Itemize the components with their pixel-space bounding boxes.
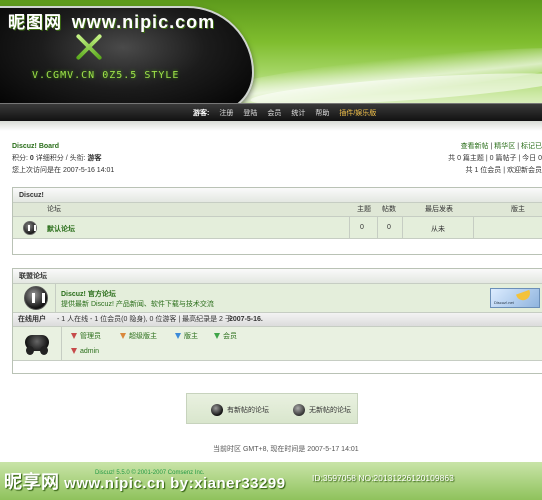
league-caption: 联盟论坛 [13, 269, 542, 284]
forum-last-post: 从未 [431, 226, 445, 233]
league-forum-icon [24, 286, 48, 310]
x-logo-icon [74, 32, 104, 62]
legend-old: 无新帖的论坛 [293, 404, 351, 416]
nav-bar-shadow [0, 121, 542, 131]
watermark-bottom: 昵享网 www.nipic.cn by:xianer33299 [4, 472, 286, 492]
points-value: 0 [29, 155, 34, 162]
arrow-icon [175, 333, 181, 340]
arrow-icon [214, 333, 220, 340]
nav-members-link[interactable]: 会员 [267, 108, 281, 118]
online-record-date: 2007-5-16. [229, 316, 263, 323]
nav-bar: 游客: 注册 登陆 会员 统计 帮助 插件/娱乐版 [0, 103, 542, 121]
digest-link[interactable]: 精华区 [494, 143, 515, 150]
role-mod: 版主 [175, 331, 198, 341]
forum-topics-count: 0 [360, 224, 364, 231]
mark-read-link[interactable]: 标记已 [521, 143, 542, 150]
forum-status-icon [23, 221, 37, 235]
user-info: Discuz! Board 积分: 0 详细积分 / 头衔: 游客 您上次访问是… [12, 141, 114, 177]
online-header: 在线用户 - 1 人在线 - 1 位会员(0 隐身), 0 位游客 | 最高纪录… [13, 313, 542, 327]
league-forum-link[interactable]: Discuz! 官方论坛 [61, 289, 116, 299]
header-posts: 帖数 [382, 206, 396, 213]
legend-new: 有新帖的论坛 [211, 404, 269, 416]
title-label: / 头衔: [65, 155, 86, 162]
stats-line-1: 共 0 篇主题 | 0 篇帖子 | 今日 0 [448, 155, 542, 162]
forum-name-link[interactable]: 默认论坛 [47, 224, 75, 234]
watermark-url: www.nipic.com [71, 12, 216, 32]
no-new-posts-icon [293, 404, 305, 416]
online-user[interactable]: admin [71, 348, 99, 355]
watermark-id: ID:3597058 NO:20131226120109863 [312, 473, 454, 483]
header-topics: 主题 [357, 206, 371, 213]
new-posts-icon [211, 404, 223, 416]
header-last-post: 最后发表 [425, 206, 453, 213]
nav-register-link[interactable]: 注册 [219, 108, 233, 118]
role-super-mod: 超级版主 [120, 331, 157, 341]
role-admin: 管理员 [71, 331, 101, 341]
forum-legend: 有新帖的论坛 无新帖的论坛 [186, 393, 358, 424]
table-row: 默认论坛 0 0 从未 [13, 217, 542, 239]
header-forum: 论坛 [47, 206, 61, 213]
title-value: 游客 [87, 155, 102, 162]
last-visit-text: 您上次访问是在 2007-5-16 14:01 [12, 167, 115, 174]
points-detail-link[interactable]: 详细积分 [36, 155, 64, 162]
arrow-icon [120, 333, 126, 340]
online-row: 管理员 超级版主 版主 会员 admin [13, 327, 542, 361]
arrow-icon [71, 333, 77, 340]
role-member: 会员 [214, 331, 237, 341]
nav-plugin-link[interactable]: 插件/娱乐版 [339, 108, 376, 118]
online-stats: - 1 人在线 - 1 位会员(0 隐身), 0 位游客 | 最高纪录是 2 于 [57, 316, 232, 323]
forum-category-table: Discuz! 论坛 主题 帖数 最后发表 版主 默认论坛 0 0 从未 [12, 187, 542, 255]
watermark-cn: 昵图网 [8, 13, 62, 32]
forum-posts-count: 0 [387, 224, 391, 231]
category-caption[interactable]: Discuz! [13, 188, 542, 203]
league-row: Discuz! 官方论坛 提供最新 Discuz! 产品新闻、软件下载与技术交流… [13, 284, 542, 313]
nav-guest-label: 游客: [193, 110, 210, 117]
discuz-logo-icon[interactable]: Discuz!.net [490, 288, 540, 308]
nav-login-link[interactable]: 登陆 [243, 108, 257, 118]
board-name-link[interactable]: Discuz! Board [12, 141, 114, 153]
forum-header-banner: V.CGMV.CN 0Z5.5 STYLE 昵图网 www.nipic.com [0, 0, 542, 120]
nav-help-link[interactable]: 帮助 [315, 108, 329, 118]
watermark-top: 昵图网 www.nipic.com [8, 8, 215, 33]
gamepad-icon [25, 335, 49, 355]
points-label: 积分: [12, 155, 28, 162]
league-forums-table: 联盟论坛 Discuz! 官方论坛 提供最新 Discuz! 产品新闻、软件下载… [12, 268, 542, 374]
league-forum-desc: 提供最新 Discuz! 产品新闻、软件下载与技术交流 [61, 301, 214, 308]
new-posts-link[interactable]: 查看新帖 [461, 143, 489, 150]
brand-text: V.CGMV.CN 0Z5.5 STYLE [32, 70, 180, 81]
board-stats: 查看新帖 | 精华区 | 标记已 共 0 篇主题 | 0 篇帖子 | 今日 0 … [448, 141, 542, 177]
online-label[interactable]: 在线用户 [18, 313, 46, 327]
arrow-icon [71, 348, 77, 355]
nav-stats-link[interactable]: 统计 [291, 108, 305, 118]
timezone-text: 当前时区 GMT+8, 现在时间是 2007-5-17 14:01 [213, 446, 359, 453]
stats-line-2: 共 1 位会员 | 欢迎新会员 [465, 167, 542, 174]
header-moderators: 版主 [511, 206, 525, 213]
table-header: 论坛 主题 帖数 最后发表 版主 [13, 203, 542, 217]
